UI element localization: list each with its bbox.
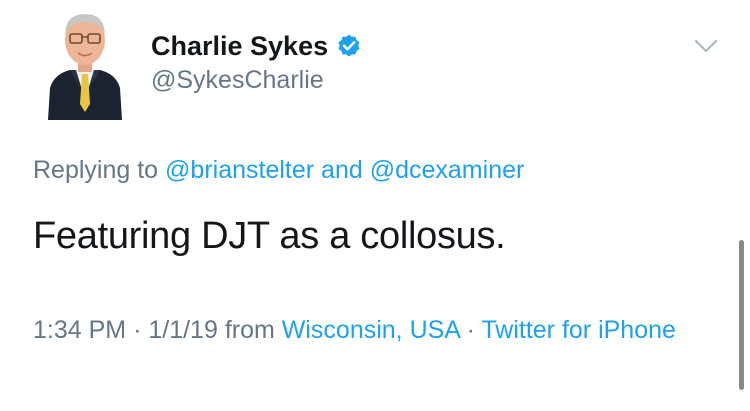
reply-mention-dcexaminer[interactable]: @dcexaminer <box>370 156 525 184</box>
meta-separator: · <box>133 316 142 344</box>
scrollbar[interactable] <box>739 240 744 390</box>
tweet-source-link[interactable]: Twitter for iPhone <box>481 316 676 344</box>
from-label: from <box>224 316 275 344</box>
tweet-meta: 1:34 PM · 1/1/19 from Wisconsin, USA · T… <box>33 310 723 350</box>
reply-mention-brianstelter[interactable]: @brianstelter <box>165 156 314 184</box>
profile-photo-icon <box>48 14 122 120</box>
tweet-time[interactable]: 1:34 PM <box>33 316 126 344</box>
tweet-location-link[interactable]: Wisconsin, USA <box>282 316 460 344</box>
tweet-date[interactable]: 1/1/19 <box>148 316 218 344</box>
replying-to-line: Replying to @brianstelter and @dcexamine… <box>33 156 524 185</box>
avatar[interactable] <box>40 8 130 120</box>
meta-separator: · <box>466 316 475 344</box>
verified-badge-icon <box>336 33 362 59</box>
author-display-name[interactable]: Charlie Sykes <box>151 31 328 62</box>
author-handle[interactable]: @SykesCharlie <box>151 66 324 95</box>
tweet-text: Featuring DJT as a collosus. <box>33 215 506 257</box>
replying-to-label: Replying to <box>33 156 159 184</box>
reply-joiner: and <box>321 156 363 184</box>
author-name-row[interactable]: Charlie Sykes <box>151 26 362 66</box>
chevron-down-icon[interactable] <box>692 36 720 56</box>
